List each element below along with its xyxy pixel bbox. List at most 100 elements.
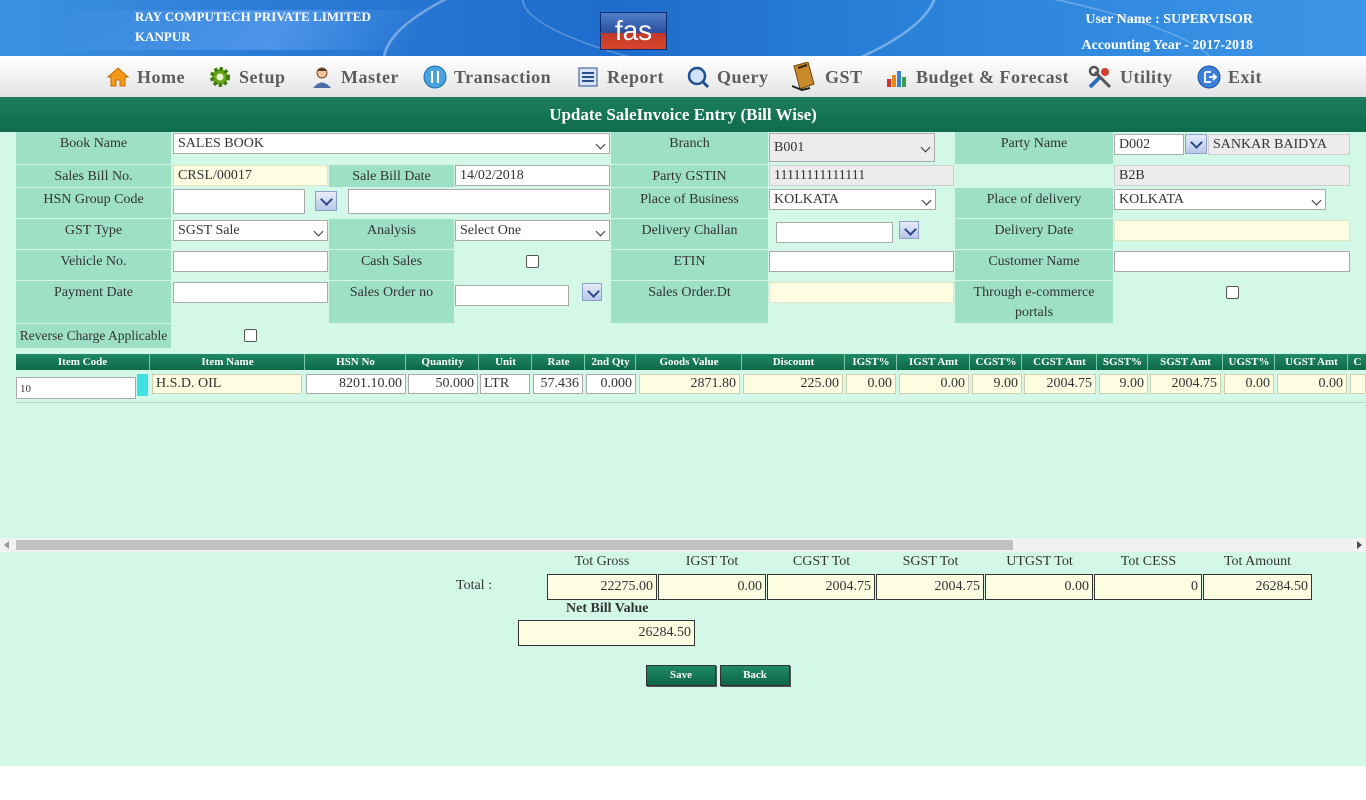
scroll-right-arrow-icon[interactable] — [1357, 541, 1362, 549]
utgst-tot-label: UTGST Tot — [1006, 554, 1073, 569]
col-quantity: Quantity — [407, 354, 479, 370]
col-rate: Rate — [533, 354, 585, 370]
back-button[interactable]: Back — [720, 665, 790, 686]
hsn-group-name-input[interactable] — [348, 189, 610, 214]
branch-label: Branch — [611, 132, 768, 164]
quantity-cell[interactable]: 50.000 — [408, 374, 478, 394]
menu-setup-label: Setup — [239, 66, 286, 87]
payment-date-label: Payment Date — [16, 281, 171, 323]
company-name: RAY COMPUTECH PRIVATE LIMITED — [135, 9, 371, 24]
menu-setup[interactable]: Setup — [208, 64, 286, 90]
sgst-amt-cell[interactable]: 2004.75 — [1150, 374, 1221, 394]
sgst-pct-cell[interactable]: 9.00 — [1099, 374, 1148, 394]
col-item-name: Item Name — [151, 354, 305, 370]
etin-input[interactable] — [769, 251, 954, 272]
scrollbar-thumb[interactable] — [16, 540, 1013, 550]
horizontal-scrollbar[interactable] — [0, 538, 1366, 552]
home-icon — [106, 65, 130, 89]
sale-bill-date-input[interactable]: 14/02/2018 — [455, 165, 610, 186]
tot-amount-label: Tot Amount — [1223, 554, 1292, 569]
save-button[interactable]: Save — [646, 665, 716, 686]
main-menu: Home Setup Master Transaction Report Que… — [0, 56, 1366, 97]
sales-order-dropdown-button[interactable] — [582, 283, 602, 301]
reverse-charge-checkbox[interactable] — [244, 329, 257, 342]
cgst-amt-cell[interactable]: 2004.75 — [1024, 374, 1096, 394]
delivery-challan-dropdown-button[interactable] — [899, 221, 919, 239]
party-code-input[interactable]: D002 — [1114, 134, 1184, 155]
cash-sales-label: Cash Sales — [329, 250, 454, 280]
cash-sales-checkbox[interactable] — [526, 255, 539, 268]
party-type-input[interactable]: B2B — [1114, 165, 1350, 186]
cgst-pct-cell[interactable]: 9.00 — [972, 374, 1022, 394]
place-of-business-select[interactable]: KOLKATA — [769, 189, 936, 210]
row-selector[interactable] — [137, 374, 148, 396]
chevron-down-icon — [920, 142, 931, 153]
ugst-amt-cell[interactable]: 0.00 — [1277, 374, 1347, 394]
menu-master-label: Master — [341, 66, 399, 87]
tools-icon — [1087, 64, 1113, 90]
branch-select[interactable]: B001 — [769, 133, 935, 162]
hsn-group-code-input[interactable] — [173, 189, 305, 214]
fas-logo: fas — [600, 12, 667, 50]
tot-gross-value: 22275.00 — [547, 574, 657, 600]
discount-cell[interactable]: 225.00 — [743, 374, 843, 394]
menu-home[interactable]: Home — [106, 64, 185, 90]
col-sgst-amt: SGST Amt — [1149, 354, 1223, 370]
analysis-select[interactable]: Select One — [455, 220, 610, 241]
analysis-label: Analysis — [329, 219, 454, 249]
menu-transaction[interactable]: Transaction — [423, 64, 551, 90]
unit-cell[interactable]: LTR — [480, 374, 530, 394]
customer-name-input[interactable] — [1114, 251, 1350, 272]
user-name: User Name : SUPERVISOR — [1085, 12, 1253, 27]
igst-amt-cell[interactable]: 0.00 — [899, 374, 969, 394]
menu-exit[interactable]: Exit — [1197, 64, 1262, 90]
item-code-input[interactable]: 10 — [16, 377, 136, 399]
vehicle-no-input[interactable] — [173, 251, 328, 272]
sales-order-no-input[interactable] — [455, 285, 569, 306]
company-city: KANPUR — [135, 29, 191, 44]
party-code-dropdown-button[interactable] — [1185, 134, 1207, 154]
party-gstin-input[interactable]: 11111111111111 — [769, 165, 954, 186]
payment-date-input[interactable] — [173, 282, 328, 303]
hsn-no-cell[interactable]: 8201.10.00 — [306, 374, 406, 394]
ecommerce-label: Through e-commerce portals — [955, 281, 1113, 323]
cgst-tot-value: 2004.75 — [767, 574, 875, 600]
menu-report[interactable]: Report — [576, 64, 664, 90]
sale-bill-date-label: Sale Bill Date — [329, 165, 454, 187]
igst-pct-cell[interactable]: 0.00 — [846, 374, 896, 394]
menu-utility[interactable]: Utility — [1087, 64, 1173, 90]
sales-bill-no-label: Sales Bill No. — [16, 165, 171, 187]
delivery-date-input[interactable] — [1114, 220, 1350, 241]
col-hsn-no: HSN No — [306, 354, 406, 370]
ugst-pct-cell[interactable]: 0.00 — [1224, 374, 1274, 394]
cess-cell[interactable] — [1350, 374, 1366, 394]
menu-budget-forecast[interactable]: Budget & Forecast — [885, 64, 1069, 90]
party-name-input[interactable]: SANKAR BAIDYA — [1208, 134, 1350, 155]
sales-order-dt-input[interactable] — [769, 282, 954, 303]
vehicle-no-label: Vehicle No. — [16, 250, 171, 280]
company-info: RAY COMPUTECH PRIVATE LIMITED KANPUR — [135, 7, 371, 47]
total-label: Total : — [456, 578, 492, 593]
igst-tot-value: 0.00 — [658, 574, 766, 600]
book-name-select[interactable]: SALES BOOK — [173, 133, 610, 154]
rate-cell[interactable]: 57.436 — [533, 374, 583, 394]
scroll-left-arrow-icon[interactable] — [4, 541, 9, 549]
menu-master[interactable]: Master — [310, 64, 399, 90]
gst-type-select[interactable]: SGST Sale — [173, 220, 328, 241]
menu-gst[interactable]: GST — [790, 61, 863, 92]
sales-bill-no-input[interactable]: CRSL/00017 — [173, 165, 328, 186]
menu-query[interactable]: Query — [686, 64, 769, 90]
query-icon — [686, 65, 710, 89]
ecommerce-checkbox[interactable] — [1226, 286, 1239, 299]
place-of-delivery-select[interactable]: KOLKATA — [1114, 189, 1326, 210]
utgst-tot-value: 0.00 — [985, 574, 1093, 600]
hsn-group-dropdown-button[interactable] — [315, 191, 337, 211]
menu-report-label: Report — [607, 66, 664, 87]
item-name-cell[interactable]: H.S.D. OIL — [152, 374, 302, 394]
net-bill-value-label: Net Bill Value — [566, 601, 649, 616]
goods-value-cell[interactable]: 2871.80 — [639, 374, 740, 394]
second-qty-cell[interactable]: 0.000 — [586, 374, 636, 394]
col-igst-pct: IGST% — [846, 354, 897, 370]
gst-book-icon — [790, 61, 818, 92]
delivery-challan-input[interactable] — [776, 222, 893, 243]
